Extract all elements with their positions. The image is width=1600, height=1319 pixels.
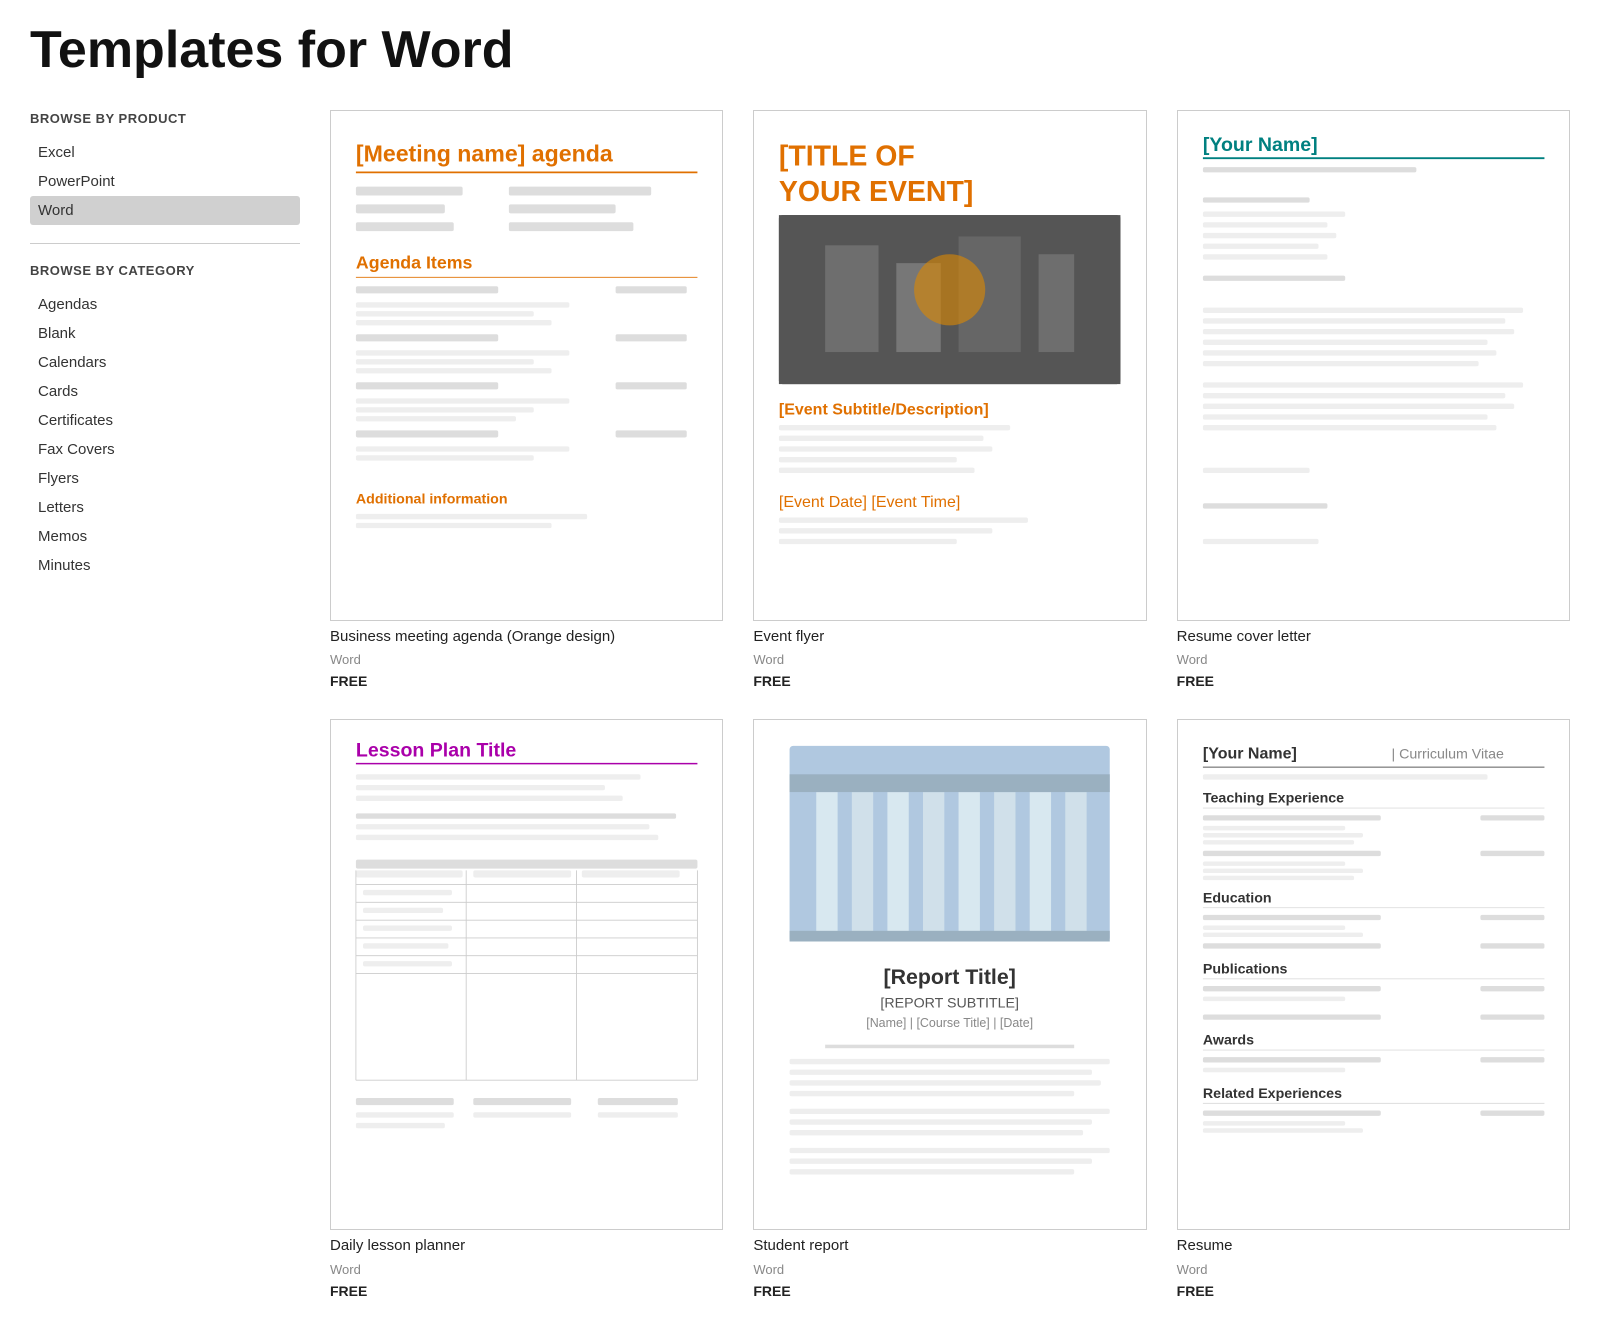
sidebar-item-fax-covers[interactable]: Fax Covers — [30, 435, 300, 464]
template-product-business-meeting-agenda: Word — [330, 652, 723, 667]
product-list: ExcelPowerPointWord — [30, 138, 300, 225]
svg-text:Publications: Publications — [1203, 962, 1288, 978]
page-wrapper: Templates for Word BROWSE BY PRODUCT Exc… — [0, 0, 1600, 1319]
template-thumb-daily-lesson-planner: Lesson Plan Title — [330, 719, 723, 1230]
svg-text:Teaching Experience: Teaching Experience — [1203, 791, 1344, 807]
svg-text:Additional information: Additional information — [356, 491, 508, 507]
template-thumb-student-report: [Report Title] [REPORT SUBTITLE] [Name] … — [753, 719, 1146, 1230]
template-thumb-event-flyer: [TITLE OF YOUR EVENT] [Event Subtitle/De… — [753, 110, 1146, 621]
template-price-student-report: FREE — [753, 1283, 1146, 1299]
sidebar-item-certificates[interactable]: Certificates — [30, 406, 300, 435]
svg-text:| Curriculum Vitae: | Curriculum Vitae — [1391, 747, 1504, 763]
template-price-event-flyer: FREE — [753, 673, 1146, 689]
sidebar-item-cards[interactable]: Cards — [30, 377, 300, 406]
template-card-resume-cover-letter[interactable]: [Your Name] — [1177, 110, 1570, 689]
sidebar-item-powerpoint[interactable]: PowerPoint — [30, 167, 300, 196]
template-card-business-meeting-agenda[interactable]: [Meeting name] agenda Agenda Items — [330, 110, 723, 689]
template-price-resume-cover-letter: FREE — [1177, 673, 1570, 689]
sidebar-item-blank[interactable]: Blank — [30, 319, 300, 348]
svg-text:Education: Education — [1203, 891, 1272, 907]
template-card-student-report[interactable]: [Report Title] [REPORT SUBTITLE] [Name] … — [753, 719, 1146, 1298]
svg-text:[Report Title]: [Report Title] — [884, 966, 1016, 990]
template-product-student-report: Word — [753, 1262, 1146, 1277]
category-list: AgendasBlankCalendarsCardsCertificatesFa… — [30, 290, 300, 580]
template-product-resume-cover-letter: Word — [1177, 652, 1570, 667]
template-product-event-flyer: Word — [753, 652, 1146, 667]
svg-text:[TITLE OF: [TITLE OF — [779, 140, 915, 172]
template-grid: [Meeting name] agenda Agenda Items — [330, 110, 1570, 1299]
svg-text:[Event Subtitle/Description]: [Event Subtitle/Description] — [779, 401, 989, 418]
template-name-resume-cover-letter: Resume cover letter — [1177, 627, 1570, 647]
svg-text:[Name] | [Course Title] | [Dat: [Name] | [Course Title] | [Date] — [867, 1016, 1034, 1030]
template-name-student-report: Student report — [753, 1236, 1146, 1256]
svg-text:Agenda Items: Agenda Items — [356, 252, 473, 272]
template-thumb-resume: [Your Name] | Curriculum Vitae Teaching … — [1177, 719, 1570, 1230]
svg-text:Related Experiences: Related Experiences — [1203, 1086, 1342, 1102]
sidebar: BROWSE BY PRODUCT ExcelPowerPointWord BR… — [30, 110, 300, 1299]
browse-by-product-label: BROWSE BY PRODUCT — [30, 110, 300, 128]
template-name-event-flyer: Event flyer — [753, 627, 1146, 647]
template-thumb-business-meeting-agenda: [Meeting name] agenda Agenda Items — [330, 110, 723, 621]
svg-text:[Event Date] [Event Time]: [Event Date] [Event Time] — [779, 494, 960, 511]
sidebar-item-flyers[interactable]: Flyers — [30, 464, 300, 493]
svg-text:[Meeting name] agenda: [Meeting name] agenda — [356, 141, 613, 167]
svg-text:[Your Name]: [Your Name] — [1203, 746, 1297, 763]
sidebar-divider — [30, 243, 300, 244]
template-price-daily-lesson-planner: FREE — [330, 1283, 723, 1299]
template-product-daily-lesson-planner: Word — [330, 1262, 723, 1277]
svg-text:Awards: Awards — [1203, 1033, 1254, 1049]
svg-text:[Your Name]: [Your Name] — [1203, 134, 1318, 156]
template-name-business-meeting-agenda: Business meeting agenda (Orange design) — [330, 627, 723, 647]
svg-text:[REPORT SUBTITLE]: [REPORT SUBTITLE] — [881, 996, 1020, 1012]
svg-text:YOUR EVENT]: YOUR EVENT] — [779, 176, 973, 208]
sidebar-item-calendars[interactable]: Calendars — [30, 348, 300, 377]
main-layout: BROWSE BY PRODUCT ExcelPowerPointWord BR… — [30, 110, 1570, 1299]
svg-text:Lesson Plan Title: Lesson Plan Title — [356, 740, 517, 762]
sidebar-item-agendas[interactable]: Agendas — [30, 290, 300, 319]
template-card-daily-lesson-planner[interactable]: Lesson Plan Title — [330, 719, 723, 1298]
template-product-resume: Word — [1177, 1262, 1570, 1277]
sidebar-item-word[interactable]: Word — [30, 196, 300, 225]
sidebar-item-excel[interactable]: Excel — [30, 138, 300, 167]
template-card-event-flyer[interactable]: [TITLE OF YOUR EVENT] [Event Subtitle/De… — [753, 110, 1146, 689]
template-price-business-meeting-agenda: FREE — [330, 673, 723, 689]
template-thumb-resume-cover-letter: [Your Name] — [1177, 110, 1570, 621]
sidebar-item-memos[interactable]: Memos — [30, 522, 300, 551]
template-price-resume: FREE — [1177, 1283, 1570, 1299]
sidebar-item-letters[interactable]: Letters — [30, 493, 300, 522]
template-card-resume[interactable]: [Your Name] | Curriculum Vitae Teaching … — [1177, 719, 1570, 1298]
template-name-daily-lesson-planner: Daily lesson planner — [330, 1236, 723, 1256]
page-title: Templates for Word — [30, 20, 1570, 80]
sidebar-item-minutes[interactable]: Minutes — [30, 551, 300, 580]
template-name-resume: Resume — [1177, 1236, 1570, 1256]
browse-by-category-label: BROWSE BY CATEGORY — [30, 262, 300, 280]
